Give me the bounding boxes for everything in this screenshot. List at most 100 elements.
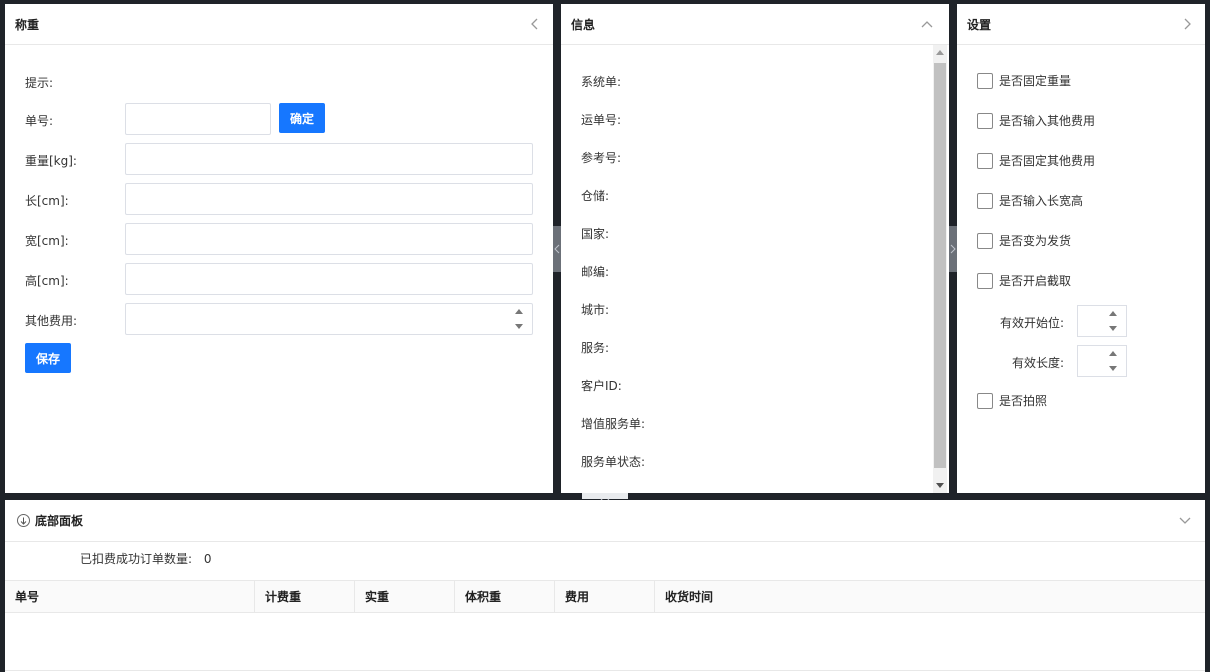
- hint-label: 提示:: [25, 76, 54, 90]
- stepper-up-icon[interactable]: [1109, 351, 1117, 356]
- option-input-dimensions[interactable]: 是否输入长宽高: [977, 192, 1083, 209]
- column-header-order-no[interactable]: 单号: [5, 581, 255, 612]
- success-count-label: 已扣费成功订单数量:: [80, 552, 193, 566]
- bottom-panel-header: 底部面板: [5, 500, 1205, 542]
- scroll-up-icon[interactable]: [936, 50, 944, 55]
- settings-panel-header: 设置: [957, 4, 1205, 45]
- option-label: 是否变为发货: [999, 234, 1072, 248]
- width-input[interactable]: [125, 223, 533, 255]
- info-item-reference: 参考号:: [581, 151, 622, 165]
- stepper-down-icon[interactable]: [515, 324, 523, 329]
- success-count-line: 已扣费成功订单数量: 0: [80, 550, 212, 567]
- number-stepper[interactable]: [1108, 351, 1118, 371]
- stepper-down-icon[interactable]: [1109, 366, 1117, 371]
- option-label: 是否输入其他费用: [999, 114, 1096, 128]
- option-fixed-weight[interactable]: 是否固定重量: [977, 72, 1071, 89]
- stepper-down-icon[interactable]: [1109, 326, 1117, 331]
- other-fee-label: 其他费用:: [25, 314, 78, 328]
- column-header-fee[interactable]: 费用: [555, 581, 655, 612]
- width-label: 宽[cm]:: [25, 234, 69, 248]
- checkbox[interactable]: [977, 192, 993, 209]
- info-panel-header: 信息: [561, 4, 949, 45]
- number-stepper[interactable]: [1108, 311, 1118, 331]
- info-item-customer-id: 客户ID:: [581, 379, 622, 393]
- bottom-panel: 底部面板 已扣费成功订单数量: 0 单号 计费重 实重 体积重 费用 收货时间: [5, 500, 1205, 672]
- height-input[interactable]: [125, 263, 533, 295]
- column-header-billing-weight[interactable]: 计费重: [255, 581, 355, 612]
- column-header-receive-time[interactable]: 收货时间: [655, 581, 1205, 612]
- info-item-service-status: 服务单状态:: [581, 455, 646, 469]
- option-input-other-fee[interactable]: 是否输入其他费用: [977, 112, 1095, 129]
- weight-label: 重量[kg]:: [25, 154, 77, 168]
- order-row: 单号: 确定: [5, 103, 553, 135]
- bottom-panel-title: 底部面板: [35, 514, 84, 528]
- checkbox[interactable]: [977, 232, 993, 249]
- info-panel-title: 信息: [571, 17, 596, 32]
- bottom-panel-title-wrap: 底部面板: [17, 512, 83, 529]
- column-header-volume-weight[interactable]: 体积重: [455, 581, 555, 612]
- info-item-warehouse: 仓储:: [581, 189, 610, 203]
- chevron-left-icon[interactable]: [527, 16, 543, 32]
- height-label: 高[cm]:: [25, 274, 69, 288]
- info-item-system-order: 系统单:: [581, 75, 622, 89]
- info-item-value-added: 增值服务单:: [581, 417, 646, 431]
- checkbox[interactable]: [977, 152, 993, 169]
- start-position-label: 有效开始位:: [1000, 316, 1065, 330]
- checkbox[interactable]: [977, 272, 993, 289]
- success-count-value: 0: [203, 552, 212, 566]
- length-input[interactable]: [125, 183, 533, 215]
- info-item-country: 国家:: [581, 227, 610, 241]
- splitter-left-handle[interactable]: [553, 226, 561, 272]
- option-to-shipped[interactable]: 是否变为发货: [977, 232, 1071, 249]
- info-panel: 信息 系统单: 运单号: 参考号: 仓储: 国家: 邮编: 城市: 服务: 客户…: [561, 4, 949, 493]
- option-label: 是否固定其他费用: [999, 154, 1096, 168]
- order-number-input[interactable]: [125, 103, 271, 135]
- save-button[interactable]: 保存: [25, 343, 71, 373]
- info-item-service: 服务:: [581, 341, 610, 355]
- height-row: 高[cm]:: [5, 263, 553, 295]
- valid-length-label: 有效长度:: [1012, 356, 1065, 370]
- width-row: 宽[cm]:: [5, 223, 553, 255]
- confirm-button[interactable]: 确定: [279, 103, 325, 133]
- order-label: 单号:: [25, 114, 54, 128]
- chevron-up-icon[interactable]: [919, 16, 935, 32]
- other-fee-input[interactable]: [125, 303, 533, 335]
- weight-input[interactable]: [125, 143, 533, 175]
- table-body: [5, 613, 1205, 671]
- option-label: 是否固定重量: [999, 74, 1072, 88]
- settings-panel-title: 设置: [967, 17, 992, 32]
- other-fee-row: 其他费用:: [5, 303, 553, 335]
- splitter-bottom-handle[interactable]: [582, 493, 628, 504]
- number-stepper[interactable]: [514, 309, 524, 329]
- chevron-down-icon[interactable]: [1177, 513, 1193, 529]
- length-row: 长[cm]:: [5, 183, 553, 215]
- option-label: 是否输入长宽高: [999, 194, 1084, 208]
- option-enable-truncate[interactable]: 是否开启截取: [977, 272, 1071, 289]
- option-take-photo[interactable]: 是否拍照: [977, 392, 1047, 409]
- stepper-up-icon[interactable]: [1109, 311, 1117, 316]
- scroll-down-icon[interactable]: [936, 483, 944, 488]
- hint-row: 提示:: [5, 65, 553, 97]
- column-header-actual-weight[interactable]: 实重: [355, 581, 455, 612]
- stepper-up-icon[interactable]: [515, 309, 523, 314]
- orders-table: 单号 计费重 实重 体积重 费用 收货时间: [5, 580, 1205, 671]
- table-header: 单号 计费重 实重 体积重 费用 收货时间: [5, 580, 1205, 613]
- settings-panel: 设置 是否固定重量 是否输入其他费用 是否固定其他费用 是否输入长宽高 是否变为…: [957, 4, 1205, 493]
- checkbox[interactable]: [977, 72, 993, 89]
- weigh-panel-header: 称重: [5, 4, 553, 45]
- circle-arrow-down-icon[interactable]: [17, 514, 30, 527]
- info-scrollbar[interactable]: [933, 45, 947, 493]
- start-position-input[interactable]: [1077, 305, 1127, 337]
- scrollbar-thumb[interactable]: [934, 63, 946, 468]
- checkbox[interactable]: [977, 392, 993, 409]
- weight-row: 重量[kg]:: [5, 143, 553, 175]
- weigh-panel: 称重 提示: 单号: 确定 重量[kg]: 长[cm]: 宽[cm]: 高[cm…: [5, 4, 553, 493]
- chevron-right-icon[interactable]: [1179, 16, 1195, 32]
- length-label: 长[cm]:: [25, 194, 69, 208]
- valid-length-input[interactable]: [1077, 345, 1127, 377]
- checkbox[interactable]: [977, 112, 993, 129]
- option-fixed-other-fee[interactable]: 是否固定其他费用: [977, 152, 1095, 169]
- info-item-postcode: 邮编:: [581, 265, 610, 279]
- splitter-right-handle[interactable]: [949, 226, 957, 272]
- info-item-waybill: 运单号:: [581, 113, 622, 127]
